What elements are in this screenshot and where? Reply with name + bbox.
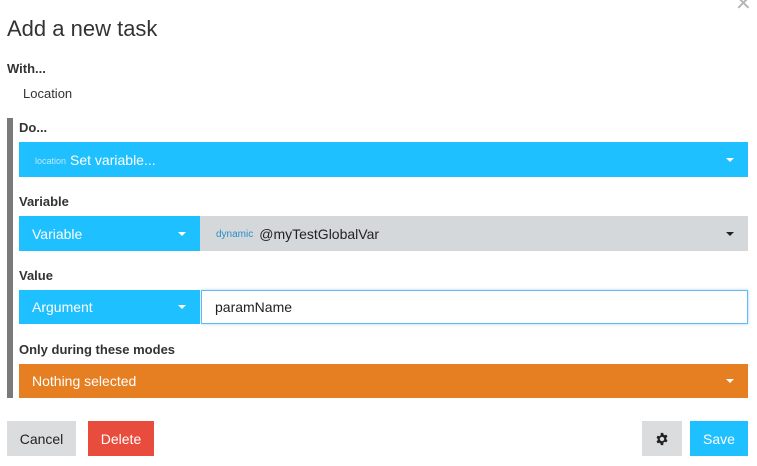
chevron-down-icon <box>178 231 186 236</box>
modes-select[interactable]: Nothing selected <box>19 364 748 398</box>
action-value: Set variable... <box>70 151 156 168</box>
variable-prefix: dynamic <box>216 229 254 240</box>
dialog-title: Add a new task <box>7 16 158 41</box>
variable-name-select[interactable]: dynamic @myTestGlobalVar <box>200 216 748 251</box>
gear-icon <box>656 432 668 445</box>
modes-label: Only during these modes <box>19 342 176 357</box>
section-indicator-bar <box>7 118 13 398</box>
chevron-down-icon <box>726 379 734 383</box>
chevron-down-icon <box>726 157 734 162</box>
chevron-down-icon <box>178 305 186 309</box>
value-type-select[interactable]: Argument <box>19 290 200 324</box>
variable-type-select[interactable]: Variable <box>19 216 200 251</box>
value-label: Value <box>19 268 53 283</box>
cancel-button[interactable]: Cancel <box>7 421 76 456</box>
save-button[interactable]: Save <box>690 421 748 456</box>
close-icon[interactable]: ✕ <box>735 0 752 14</box>
variable-label: Variable <box>19 194 69 209</box>
do-label: Do... <box>19 120 48 135</box>
modes-value: Nothing selected <box>32 373 137 389</box>
with-label: With... <box>7 61 46 76</box>
settings-button[interactable] <box>642 421 682 456</box>
action-select[interactable]: location Set variable... <box>19 142 748 177</box>
variable-type-value: Variable <box>32 225 83 242</box>
delete-button[interactable]: Delete <box>88 421 154 456</box>
action-prefix: location <box>35 155 67 166</box>
chevron-down-icon <box>726 231 734 236</box>
value-type-value: Argument <box>32 299 93 315</box>
variable-name-value: @myTestGlobalVar <box>259 225 380 242</box>
with-value: Location <box>23 86 73 101</box>
value-input[interactable] <box>201 290 748 324</box>
